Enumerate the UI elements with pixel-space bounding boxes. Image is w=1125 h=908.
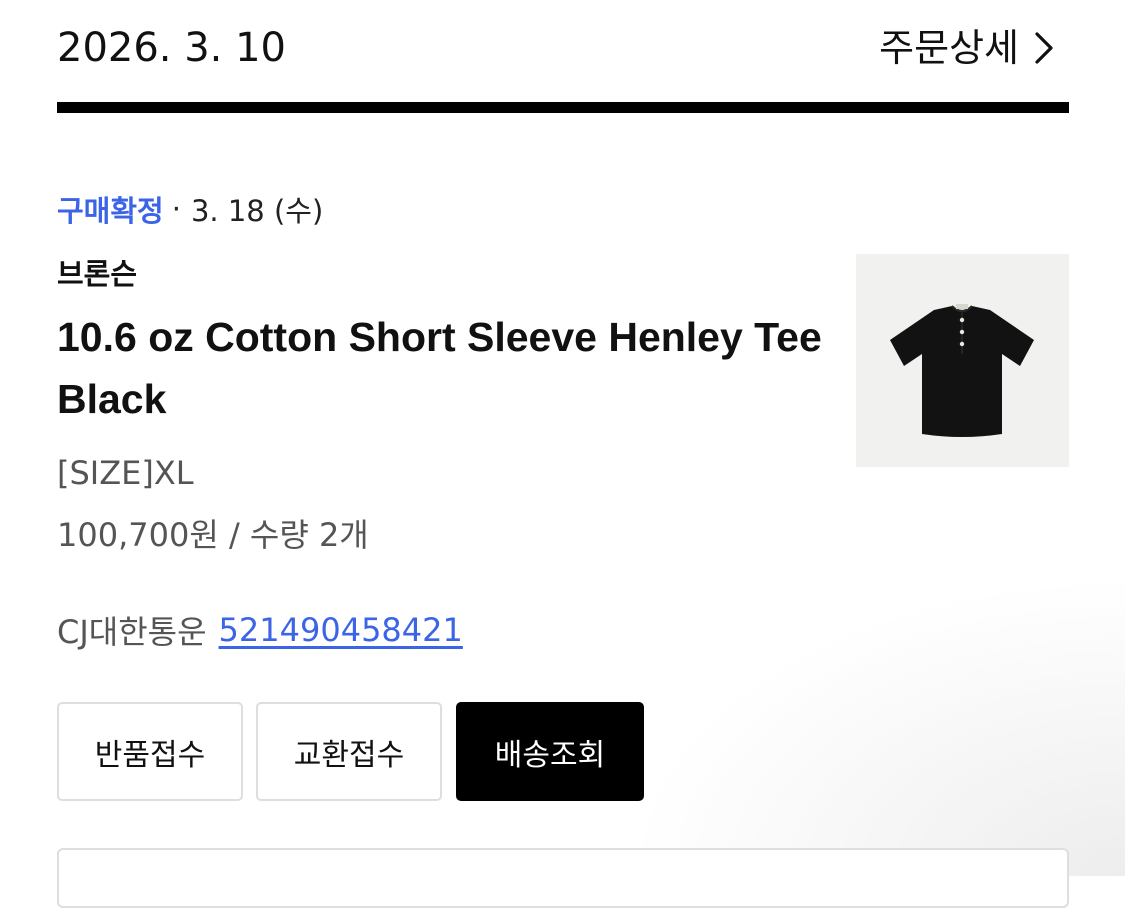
status-date: 3. 18 (수) — [190, 194, 324, 228]
price-quantity: 100,700원 / 수량 2개 — [57, 516, 369, 554]
order-header: 2026. 3. 10 주문상세 — [57, 20, 1069, 76]
chevron-right-icon — [1029, 28, 1059, 68]
black-henley-tee-image — [856, 254, 1069, 467]
background-shade — [625, 576, 1125, 876]
order-detail-link[interactable]: 주문상세 — [879, 24, 1059, 72]
product-name[interactable]: 10.6 oz Cotton Short Sleeve Henley Tee B… — [57, 306, 827, 430]
status-badge: 구매확정 — [57, 194, 164, 228]
product-option: [SIZE]XL — [57, 454, 194, 492]
product-thumbnail[interactable] — [856, 254, 1069, 467]
next-section-card — [57, 848, 1069, 908]
track-delivery-button[interactable]: 배송조회 — [456, 702, 644, 801]
shipping-info: CJ대한통운 521490458421 — [57, 608, 463, 652]
return-request-button[interactable]: 반품접수 — [57, 702, 243, 801]
status-separator: · — [171, 192, 181, 226]
order-date: 2026. 3. 10 — [57, 25, 287, 71]
order-status: 구매확정 · 3. 18 (수) — [57, 188, 323, 230]
exchange-request-button[interactable]: 교환접수 — [256, 702, 442, 801]
tracking-number-link[interactable]: 521490458421 — [219, 611, 463, 649]
carrier-name: CJ대한통운 — [57, 613, 207, 651]
brand-name[interactable]: 브론슨 — [57, 254, 137, 294]
header-divider — [57, 102, 1069, 113]
order-detail-label: 주문상세 — [879, 26, 1019, 70]
